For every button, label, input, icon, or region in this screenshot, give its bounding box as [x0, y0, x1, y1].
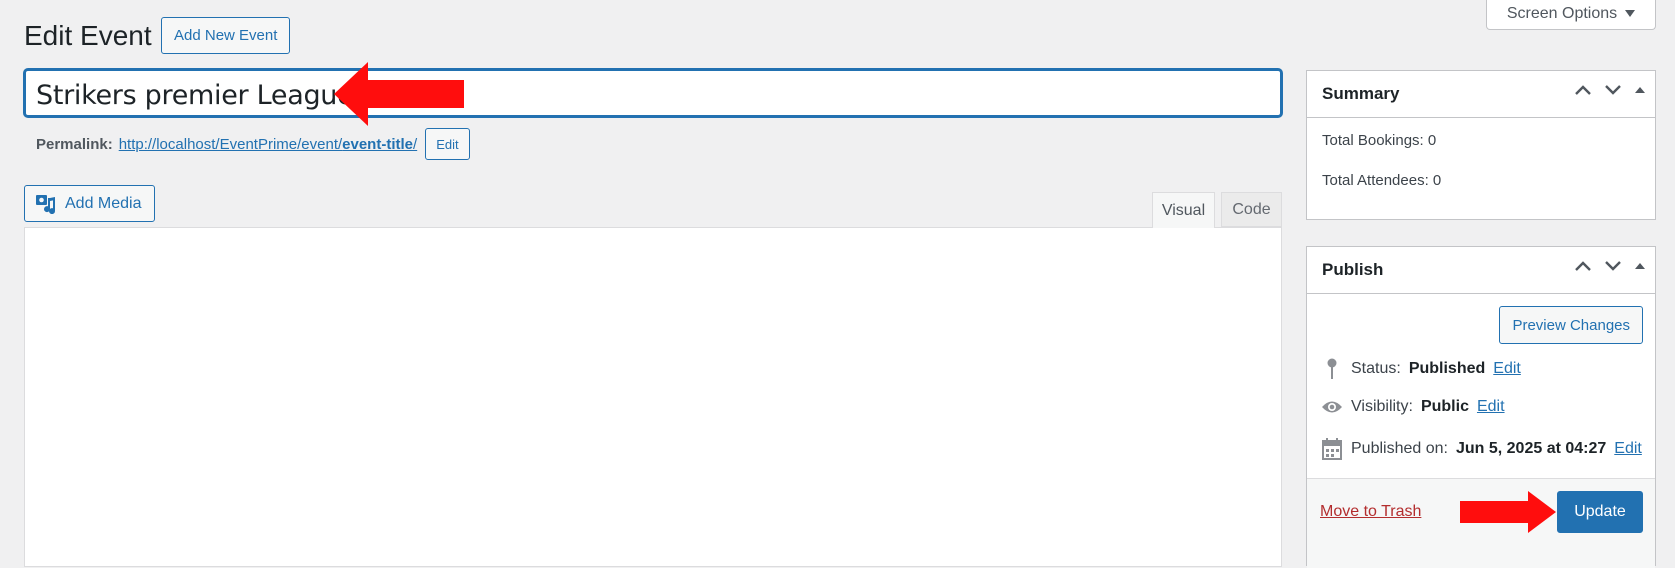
add-media-button[interactable]: Add Media — [24, 185, 155, 222]
chevron-down-icon[interactable] — [1603, 83, 1623, 97]
tab-code[interactable]: Code — [1221, 192, 1282, 227]
caret-down-icon — [1625, 10, 1636, 17]
add-new-event-button[interactable]: Add New Event — [161, 17, 291, 54]
move-to-trash-link[interactable]: Move to Trash — [1320, 503, 1421, 521]
publish-header: Publish — [1307, 247, 1655, 294]
visibility-label: Visibility: — [1351, 398, 1413, 415]
summary-panel: Summary Total Bookings: 0 Total Attendee… — [1306, 70, 1656, 220]
update-button[interactable]: Update — [1557, 491, 1643, 533]
add-media-label: Add Media — [65, 194, 142, 212]
published-label: Published on: — [1351, 440, 1448, 457]
visibility-edit-link[interactable]: Edit — [1477, 398, 1505, 416]
permalink-trailing: / — [413, 135, 418, 153]
permalink-row: Permalink: http://localhost/EventPrime/e… — [36, 128, 470, 160]
content-editor[interactable] — [24, 227, 1282, 567]
chevron-up-icon[interactable] — [1573, 259, 1593, 273]
chevron-down-icon[interactable] — [1603, 259, 1623, 273]
toggle-panel-icon[interactable] — [1633, 83, 1647, 97]
permalink-url-base: http://localhost/EventPrime/event/ — [118, 135, 343, 153]
screen-options-button[interactable]: Screen Options — [1486, 0, 1656, 30]
event-title-input[interactable]: Strikers premier League — [24, 69, 1282, 117]
calendar-icon — [1321, 438, 1343, 460]
event-title-value: Strikers premier League — [36, 80, 354, 111]
publish-title: Publish — [1322, 260, 1384, 279]
published-value: Jun 5, 2025 at 04:27 — [1455, 440, 1607, 457]
pin-icon — [1321, 358, 1343, 380]
published-edit-link[interactable]: Edit — [1614, 440, 1642, 458]
page-title: Edit Event — [24, 20, 152, 51]
total-bookings: Total Bookings: 0 — [1322, 132, 1437, 149]
summary-header: Summary — [1307, 71, 1655, 118]
permalink-edit-button[interactable]: Edit — [425, 128, 470, 160]
permalink-label: Permalink: — [36, 135, 113, 153]
eye-icon — [1321, 399, 1343, 415]
status-row: Status: Published Edit — [1321, 358, 1521, 380]
status-value: Published — [1408, 360, 1486, 377]
media-icon — [36, 194, 56, 214]
total-attendees: Total Attendees: 0 — [1322, 172, 1442, 189]
permalink-link[interactable]: http://localhost/EventPrime/event/event-… — [119, 136, 417, 153]
toggle-panel-icon[interactable] — [1633, 259, 1647, 273]
chevron-up-icon[interactable] — [1573, 83, 1593, 97]
summary-title: Summary — [1322, 84, 1400, 103]
visibility-value: Public — [1420, 398, 1469, 415]
annotation-arrow-icon — [334, 62, 464, 126]
annotation-arrow-icon — [1460, 491, 1556, 533]
preview-changes-button[interactable]: Preview Changes — [1499, 306, 1643, 344]
permalink-slug: event-title — [342, 135, 414, 153]
status-label: Status: — [1351, 360, 1401, 377]
visibility-row: Visibility: Public Edit — [1321, 398, 1505, 416]
status-edit-link[interactable]: Edit — [1493, 360, 1521, 378]
screen-options-label: Screen Options — [1506, 4, 1618, 22]
tab-visual[interactable]: Visual — [1152, 192, 1215, 228]
published-on-row: Published on: Jun 5, 2025 at 04:27 Edit — [1321, 438, 1642, 460]
